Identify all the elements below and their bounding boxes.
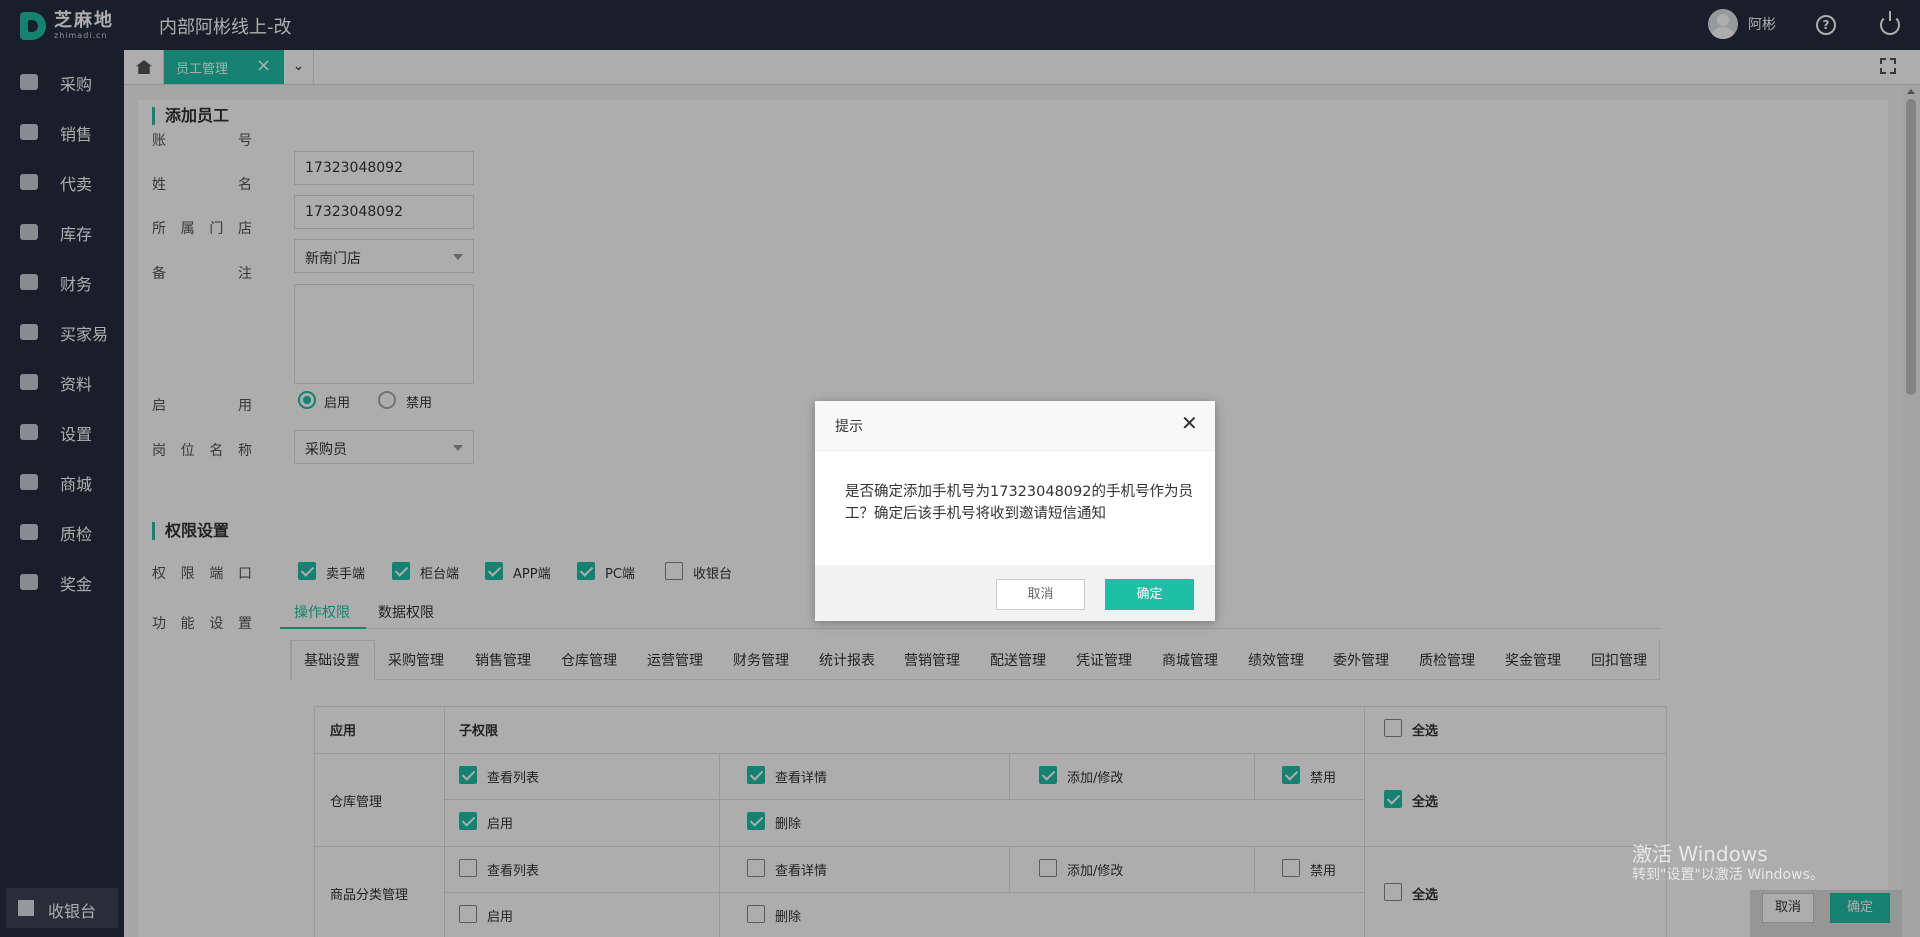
dialog-footer: 取消 确定 <box>815 565 1215 621</box>
confirm-dialog: 提示 ✕ 是否确定添加手机号为17323048092的手机号作为员工？确定后该手… <box>815 401 1215 621</box>
watermark-title: 激活 Windows <box>1632 842 1768 866</box>
dialog-ok-button[interactable]: 确定 <box>1105 579 1194 610</box>
watermark-subtitle: 转到"设置"以激活 Windows。 <box>1632 867 1824 883</box>
windows-activation-watermark: 激活 Windows 转到"设置"以激活 Windows。 <box>1632 842 1824 884</box>
close-icon[interactable]: ✕ <box>1181 413 1198 433</box>
dialog-message: 是否确定添加手机号为17323048092的手机号作为员工？确定后该手机号将收到… <box>845 484 1193 522</box>
dialog-title: 提示 <box>835 419 863 435</box>
dialog-cancel-button[interactable]: 取消 <box>996 579 1085 610</box>
dialog-header: 提示 ✕ <box>815 401 1215 451</box>
